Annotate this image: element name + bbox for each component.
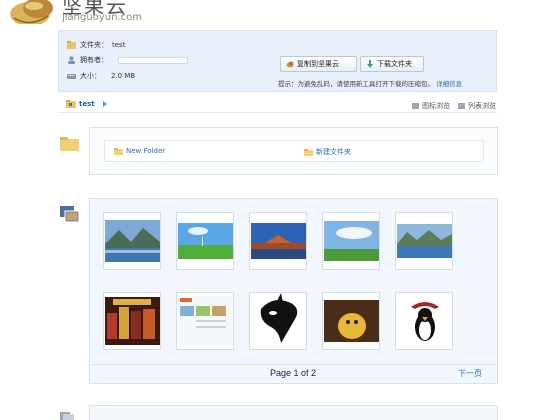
list-icon: [458, 103, 465, 109]
image-thumbnail[interactable]: [103, 292, 161, 350]
brand-domain: jianguoyun.com: [62, 12, 142, 23]
folders-panel: New Folder 新建文件夹: [89, 127, 498, 175]
green-field-image: [177, 223, 233, 259]
palace-image: [250, 223, 306, 259]
list-view-label: 列表浏览: [468, 102, 496, 110]
folder-section-icon: [60, 137, 79, 151]
folder-icon: [304, 148, 313, 156]
copy-to-jianguoyun-button[interactable]: 复制到坚果云: [280, 56, 357, 72]
image-thumbnail[interactable]: [249, 212, 307, 270]
orca-image: [250, 293, 306, 349]
lake-mountain-image: [104, 220, 160, 262]
image-thumbnail[interactable]: [103, 212, 161, 270]
folder-name: 新建文件夹: [316, 148, 351, 156]
nut-logo-icon[interactable]: [8, 0, 56, 24]
image-thumbnail[interactable]: [249, 292, 307, 350]
hint-text: 提示：为避免乱码，请使用新工具打开下载的压缩包。: [278, 80, 434, 88]
owner-value-box: [118, 56, 188, 64]
breadcrumb-current: test: [79, 100, 95, 108]
folder-value: test: [112, 41, 126, 49]
game-characters-image: [104, 297, 160, 345]
tux-penguin-image: [396, 297, 452, 345]
breadcrumb[interactable]: test: [66, 100, 107, 108]
next-section-panel: [89, 405, 498, 420]
list-view-toggle[interactable]: 列表浏览: [458, 101, 496, 111]
image-thumbnail[interactable]: [176, 292, 234, 350]
page-indicator: Page 1 of 2: [270, 368, 317, 378]
folder-name: New Folder: [126, 147, 166, 155]
icon-view-toggle[interactable]: 图标浏览: [412, 101, 450, 111]
folder-row: 文件夹： test: [67, 39, 125, 51]
image-thumbnail[interactable]: [322, 212, 380, 270]
header: 坚果云 jianguoyun.com: [0, 0, 555, 30]
icon-view-label: 图标浏览: [422, 102, 450, 110]
size-row: 大小： 2.0 MB: [67, 70, 135, 82]
image-thumbnail[interactable]: [176, 212, 234, 270]
cartoon-character-image: [323, 300, 379, 342]
breadcrumb-bar: test 图标浏览 列表浏览: [58, 99, 497, 113]
image-thumbnail[interactable]: [322, 292, 380, 350]
size-label: 大小：: [80, 72, 101, 80]
next-page-link[interactable]: 下一页: [458, 368, 482, 379]
folder-icon: [114, 147, 123, 155]
breadcrumb-arrow-icon[interactable]: [102, 101, 107, 107]
download-arrow-icon: [367, 60, 373, 68]
images-section-icon: [60, 206, 79, 222]
download-button-label: 下载文件夹: [377, 60, 412, 68]
document-section-icon: [60, 412, 74, 420]
copy-button-label: 复制到坚果云: [297, 60, 339, 68]
mountain-lake-image: [396, 224, 452, 258]
download-hint: 提示：为避免乱码，请使用新工具打开下载的压缩包。 详细信息: [278, 78, 462, 88]
disk-icon: [67, 74, 76, 79]
user-icon: [68, 56, 75, 64]
meadow-sky-image: [323, 221, 379, 261]
folder-info-panel: 文件夹： test 拥有者： 大小： 2.0 MB 复制到坚果云 下载文件夹 提…: [58, 30, 497, 92]
webpage-screenshot-image: [177, 296, 233, 346]
pagination-bar: Page 1 of 2 下一页: [90, 364, 497, 383]
grid-icon: [412, 103, 419, 109]
size-value: 2.0 MB: [111, 72, 136, 80]
folder-item-new-folder[interactable]: New Folder: [114, 147, 165, 155]
owner-row: 拥有者：: [67, 54, 188, 66]
folder-label: 文件夹：: [80, 41, 108, 49]
image-thumbnail[interactable]: [395, 292, 453, 350]
nut-small-icon: [286, 61, 294, 68]
folder-small-icon: [67, 41, 76, 49]
folder-item-new-folder-cn[interactable]: 新建文件夹: [304, 147, 351, 157]
details-link[interactable]: 详细信息: [436, 80, 462, 88]
image-thumbnail[interactable]: [395, 212, 453, 270]
download-folder-button[interactable]: 下载文件夹: [360, 56, 424, 72]
owner-label: 拥有者：: [80, 56, 108, 64]
images-panel: Page 1 of 2 下一页: [89, 198, 498, 384]
folder-open-icon: [66, 100, 76, 108]
folders-list: New Folder 新建文件夹: [104, 140, 484, 162]
